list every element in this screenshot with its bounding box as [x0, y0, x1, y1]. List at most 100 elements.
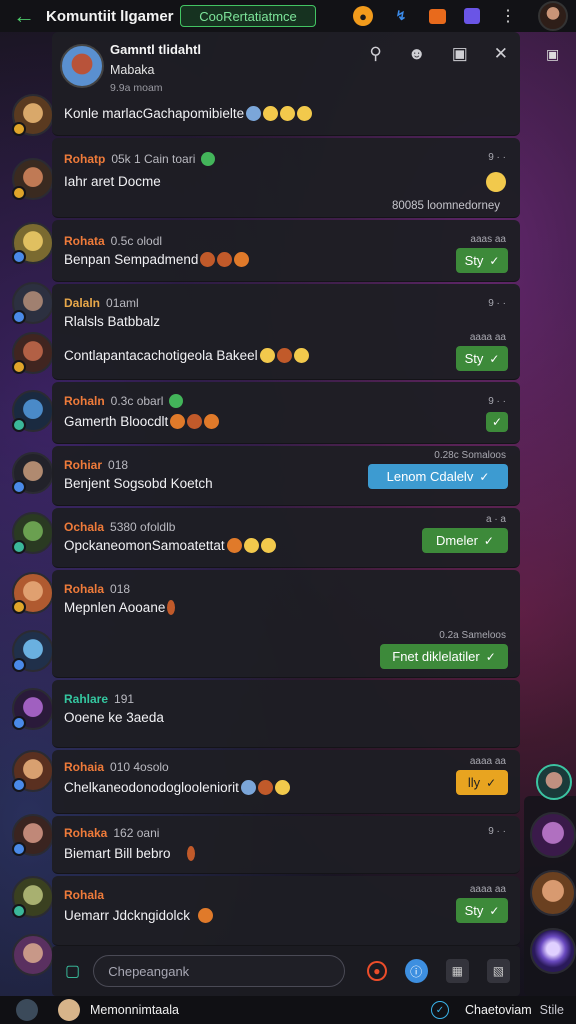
reaction-button[interactable]: Fnet diklelatiler ✓ — [380, 644, 508, 669]
avatar[interactable] — [12, 222, 54, 264]
badge — [12, 250, 26, 264]
more-dots-icon[interactable]: ⋮ — [498, 6, 518, 26]
reaction-button[interactable]: Sty ✓ — [456, 346, 508, 371]
reaction-label: Dmeler — [436, 533, 478, 548]
message-text-body: Mepnlen Aooane — [64, 600, 166, 615]
minimize-icon[interactable]: ▣ — [452, 44, 468, 64]
close-icon[interactable]: ✕ — [494, 44, 508, 64]
message-time: aaaa aa — [469, 884, 506, 895]
user-icon[interactable] — [16, 999, 38, 1021]
message-card: Rohaia 010 4osolo Chelkaneodonodoglooleni… — [52, 750, 520, 814]
status-pill[interactable]: CooRertatiatmce — [180, 5, 316, 27]
sender-name[interactable]: Dalaln — [64, 296, 100, 310]
message-text-body: Contlapantacachotigeola Bakeel — [64, 348, 258, 363]
sender-line: Rohaln 0.3c obarl — [64, 394, 184, 408]
message-text: Uemarr Jdckngidolck — [64, 908, 214, 923]
sticker-icon[interactable]: ▦ — [445, 959, 469, 983]
sender-name[interactable]: Rahlare — [64, 692, 108, 706]
square-icon[interactable] — [464, 8, 480, 24]
reaction-emoji-icon[interactable] — [486, 172, 506, 192]
avatar[interactable] — [12, 630, 54, 672]
emoji-icon — [167, 600, 176, 615]
emoji-icon — [234, 252, 250, 267]
avatar[interactable] — [12, 282, 54, 324]
search-icon[interactable]: ⚲ — [369, 44, 381, 64]
message-card: Rohata 0.5c olodl Benpan Sempadmend aaas … — [52, 220, 520, 282]
avatar[interactable] — [58, 999, 80, 1021]
header-icons: ⚲ ☻ ▣ ✕ — [369, 44, 508, 64]
emoji-icon — [276, 348, 292, 363]
avatar[interactable] — [12, 158, 54, 200]
avatar[interactable] — [12, 94, 54, 136]
message-footer: 80085 loomnedorney — [391, 200, 500, 212]
sender-name[interactable]: Rohala — [64, 582, 104, 596]
message-text-body: OpckaneomonSamoatettat — [64, 538, 225, 553]
check-icon: ✓ — [489, 351, 500, 366]
app-title: Komuntiit lIgamer — [46, 7, 174, 25]
avatar[interactable] — [536, 764, 572, 800]
info-icon[interactable]: ⓘ — [404, 959, 428, 983]
message-text: Iahr aret Docme — [64, 174, 161, 189]
message-text: OpckaneomonSamoatettat — [64, 538, 276, 553]
gift-icon[interactable] — [429, 8, 446, 24]
sender-name[interactable]: Rohaka — [64, 826, 107, 840]
check-icon: ✓ — [483, 533, 494, 548]
reaction-button[interactable]: lly ✓ — [456, 770, 508, 795]
pinned-text: Konle marlacGachapomibielte — [64, 106, 245, 121]
avatar[interactable] — [530, 928, 576, 974]
reaction-button[interactable]: Sty ✓ — [456, 898, 508, 923]
gallery-icon[interactable]: ▧ — [486, 959, 510, 983]
sender-name[interactable]: Rohata — [64, 234, 105, 248]
check-icon: ✓ — [479, 469, 490, 484]
record-icon[interactable]: ● — [367, 961, 387, 981]
sender-name[interactable]: Rohiar — [64, 458, 102, 472]
sender-name[interactable]: Rohala — [64, 888, 104, 902]
avatar[interactable] — [12, 876, 54, 918]
message-text: Chelkaneodonodoglooleniorit — [64, 780, 290, 795]
message-text: Contlapantacachotigeola Bakeel — [64, 348, 309, 363]
avatar[interactable] — [12, 332, 54, 374]
avatar[interactable] — [12, 390, 54, 432]
lightning-icon[interactable]: ↯ — [391, 6, 411, 26]
message-time: 9 · · — [488, 396, 506, 407]
coin-icon[interactable]: ● — [353, 6, 373, 26]
avatar[interactable] — [12, 750, 54, 792]
avatar[interactable] — [12, 452, 54, 494]
avatar[interactable] — [530, 870, 576, 916]
chat-avatar[interactable] — [60, 44, 104, 88]
emoji-icon[interactable]: ☻ — [408, 44, 426, 64]
avatar[interactable] — [12, 512, 54, 554]
bottom-right-label[interactable]: Chaetoviam — [465, 1003, 532, 1017]
sender-name[interactable]: Rohatp — [64, 152, 105, 166]
emoji-icon — [259, 348, 275, 363]
smile-icon — [297, 106, 313, 121]
sender-name[interactable]: Ochala — [64, 520, 104, 534]
emoji-icon — [243, 538, 259, 553]
sender-meta: 5380 ofoldlb — [110, 520, 176, 534]
chat-header: Gamntl tlidahtl Mabaka 9.9a moam ⚲ ☻ ▣ ✕… — [52, 32, 520, 136]
message-input[interactable] — [93, 955, 346, 987]
badge — [12, 600, 26, 614]
attach-icon[interactable]: ▢ — [62, 960, 83, 982]
avatar[interactable] — [12, 688, 54, 730]
sender-meta: 162 oani — [113, 826, 160, 840]
message-time: 9 · · — [488, 152, 506, 163]
message-card: Rohala Uemarr Jdckngidolck aaaa aa Sty ✓ — [52, 876, 520, 946]
side-camera-icon[interactable]: ▣ — [546, 46, 559, 63]
avatar[interactable] — [12, 572, 54, 614]
profile-avatar[interactable] — [538, 1, 568, 31]
sender-name[interactable]: Rohaia — [64, 760, 104, 774]
reaction-button[interactable]: Sty ✓ — [456, 248, 508, 273]
sender-line: Rohatp 05k 1 Cain toari — [64, 152, 216, 166]
avatar[interactable] — [12, 934, 54, 976]
message-time: 9 · · — [488, 298, 506, 309]
message-text: Benjent Sogsobd Koetch — [64, 476, 213, 491]
check-button[interactable]: ✓ — [486, 412, 508, 432]
check-icon[interactable]: ✓ — [430, 1001, 449, 1019]
back-arrow-icon[interactable]: ← — [8, 3, 40, 29]
sender-name[interactable]: Rohaln — [64, 394, 105, 408]
reaction-button[interactable]: Dmeler ✓ — [422, 528, 508, 553]
avatar[interactable] — [12, 814, 54, 856]
reaction-button[interactable]: Lenom Cdalelv ✓ — [368, 464, 508, 489]
avatar[interactable] — [530, 812, 576, 858]
